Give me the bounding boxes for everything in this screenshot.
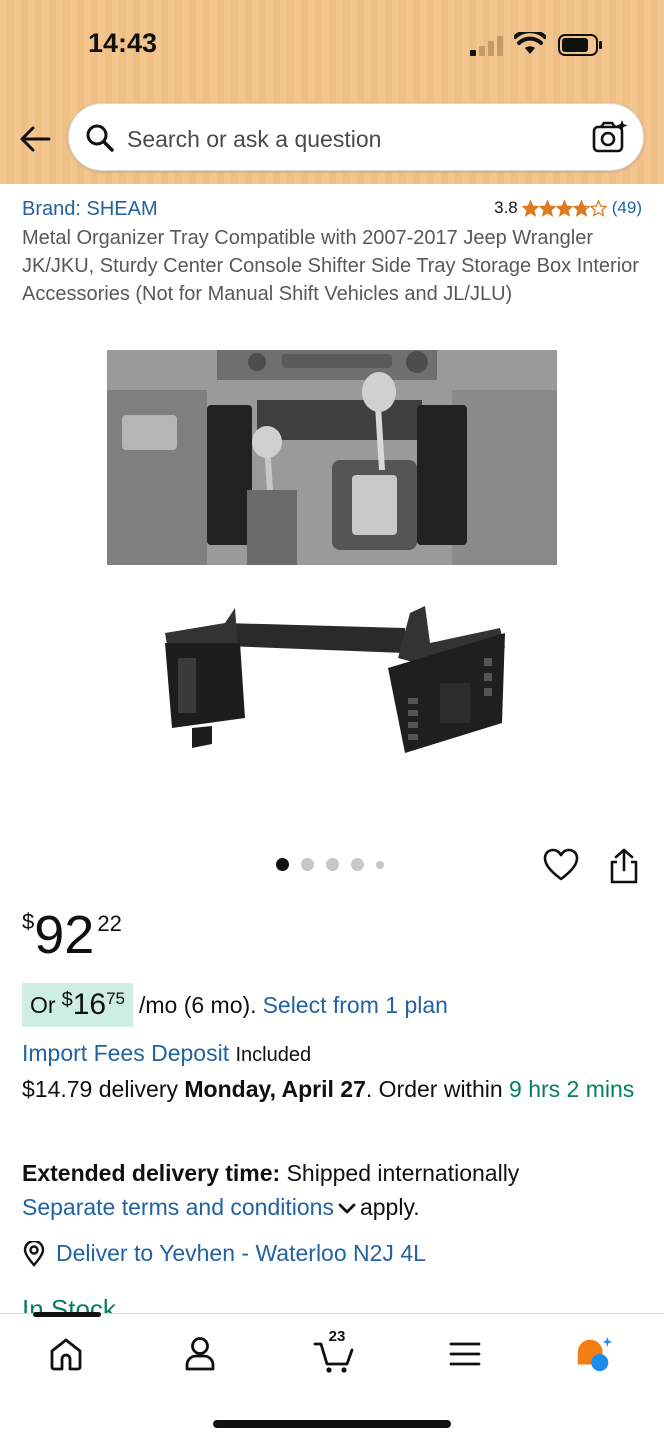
- installment-suffix: /mo (6 mo).: [138, 991, 257, 1018]
- active-tab-indicator: [33, 1312, 101, 1317]
- extended-delivery: Extended delivery time: Shipped internat…: [22, 1156, 647, 1224]
- installment-amount: Or $ 16 75: [22, 983, 133, 1027]
- rating-summary[interactable]: 3.8 (49): [494, 198, 642, 218]
- cellular-signal-icon: [470, 36, 503, 56]
- installment-fraction: 75: [106, 989, 125, 1008]
- price-whole: 92: [34, 905, 95, 965]
- pagination-dot[interactable]: [376, 860, 384, 869]
- extended-label: Extended delivery time:: [22, 1160, 281, 1186]
- deliver-to-link[interactable]: Deliver to Yevhen - Waterloo N2J 4L: [22, 1240, 426, 1267]
- pagination-dot[interactable]: [301, 858, 314, 871]
- rufus-assistant-icon: [577, 1336, 613, 1372]
- product-photo[interactable]: [107, 350, 557, 565]
- star-icon: [538, 199, 556, 217]
- product-diagram[interactable]: [140, 588, 520, 788]
- delivery-date: Monday, April 27: [184, 1076, 366, 1102]
- extended-suffix: apply.: [359, 1194, 420, 1220]
- camera-search-icon[interactable]: [591, 118, 629, 156]
- status-time: 14:43: [88, 28, 158, 58]
- star-icon: [521, 199, 539, 217]
- installment-prefix: Or: [30, 991, 56, 1018]
- deliver-to-text[interactable]: Deliver to Yevhen - Waterloo N2J 4L: [56, 1240, 426, 1267]
- delivery-cost: $14.79 delivery: [22, 1076, 178, 1102]
- pagination-dot[interactable]: [326, 858, 339, 871]
- order-countdown: 9 hrs 2 mins: [509, 1076, 635, 1102]
- tab-cart[interactable]: 23: [312, 1328, 356, 1374]
- back-button[interactable]: [16, 120, 54, 158]
- brand-link[interactable]: Brand: SHEAM: [22, 198, 158, 221]
- search-icon: [86, 124, 114, 152]
- tab-home[interactable]: [46, 1334, 86, 1374]
- import-fees-link[interactable]: Import Fees Deposit: [22, 1040, 229, 1066]
- select-plan-link[interactable]: Select from 1 plan: [263, 992, 448, 1019]
- location-pin-icon: [23, 1240, 45, 1267]
- price-symbol: $: [22, 909, 35, 934]
- bottom-tab-bar: 23: [0, 1312, 664, 1440]
- star-icon: [555, 199, 573, 217]
- import-fees: Import Fees Deposit Included: [22, 1040, 311, 1067]
- user-icon: [185, 1337, 215, 1371]
- extended-text: Shipped internationally: [286, 1160, 520, 1186]
- pagination-dot[interactable]: [276, 858, 289, 871]
- rating-value: 3.8: [494, 198, 518, 217]
- heart-icon[interactable]: [543, 848, 579, 882]
- tab-menu[interactable]: [445, 1334, 485, 1374]
- order-within-text: . Order within: [365, 1076, 503, 1102]
- separate-terms-link[interactable]: Separate terms and conditions: [22, 1194, 334, 1220]
- pagination-dot[interactable]: [351, 858, 364, 871]
- back-arrow-icon: [20, 126, 51, 152]
- import-fees-status: Included: [235, 1044, 312, 1066]
- installment-symbol: $: [61, 989, 73, 1011]
- chevron-down-icon[interactable]: [338, 1202, 356, 1216]
- cart-count-badge: 23: [328, 1328, 346, 1345]
- rating-count[interactable]: (49): [612, 198, 642, 218]
- star-icon: [572, 199, 590, 217]
- star-rating: [521, 199, 607, 217]
- product-title: Metal Organizer Tray Compatible with 200…: [22, 227, 639, 305]
- tab-rufus[interactable]: [574, 1334, 614, 1374]
- share-icon[interactable]: [608, 848, 640, 884]
- tab-account[interactable]: [180, 1334, 220, 1374]
- menu-icon: [449, 1342, 481, 1366]
- installment-offer: Or $ 16 75 /mo (6 mo). Select from 1 pla…: [22, 983, 448, 1027]
- wifi-icon: [514, 32, 546, 54]
- home-indicator: [213, 1420, 451, 1428]
- search-placeholder[interactable]: Search or ask a question: [127, 126, 381, 153]
- header: 14:43 Search or ask a question: [0, 0, 664, 184]
- price: $ 92 22: [22, 905, 122, 965]
- star-icon: [589, 199, 607, 217]
- image-pagination[interactable]: [276, 858, 384, 871]
- price-fraction: 22: [97, 911, 122, 936]
- home-icon: [50, 1338, 82, 1371]
- installment-whole: 16: [72, 988, 107, 1021]
- battery-icon: [558, 34, 602, 56]
- delivery-info: $14.79 delivery Monday, April 27. Order …: [22, 1074, 647, 1105]
- search-bar[interactable]: Search or ask a question: [68, 103, 644, 171]
